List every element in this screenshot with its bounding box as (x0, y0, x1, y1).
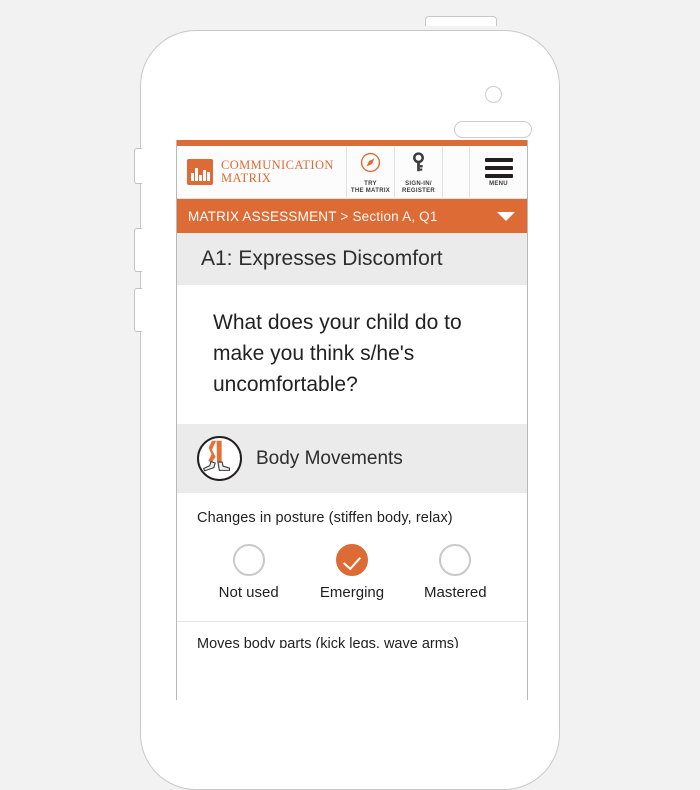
breadcrumb-separator: > (336, 208, 353, 224)
behavior-block: Changes in posture (stiffen body, relax)… (177, 493, 527, 621)
try-the-matrix-button[interactable]: TRY THE MATRIX (346, 146, 394, 198)
breadcrumb-text: MATRIX ASSESSMENT > Section A, Q1 (188, 209, 497, 224)
rating-radio-group: Not used Emerging Mastered (197, 544, 507, 601)
silent-switch[interactable] (134, 148, 142, 184)
site-header: COMMUNICATION MATRIX TRY THE MATRIX SIGN… (177, 146, 527, 199)
page-title: A1: Expresses Discomfort (201, 247, 443, 270)
breadcrumb[interactable]: MATRIX ASSESSMENT > Section A, Q1 (177, 199, 527, 233)
category-title: Body Movements (256, 447, 403, 469)
rating-label-emerging: Emerging (319, 584, 385, 601)
category-band: Body Movements (177, 424, 527, 493)
menu-label: MENU (489, 181, 508, 188)
radio-icon-emerging-selected[interactable] (335, 544, 368, 576)
try-the-matrix-label: TRY THE MATRIX (350, 180, 391, 195)
radio-icon-not-used[interactable] (232, 544, 265, 576)
volume-down-button[interactable] (134, 288, 142, 332)
question-text: What does your child do to make you thin… (213, 311, 462, 396)
phone-screen: COMMUNICATION MATRIX TRY THE MATRIX SIGN… (176, 140, 528, 700)
volume-up-button[interactable] (134, 228, 142, 272)
walking-legs-icon (197, 436, 242, 481)
earpiece-speaker-icon (454, 121, 532, 138)
power-button[interactable] (425, 16, 497, 26)
brand-line-1: COMMUNICATION (221, 157, 334, 172)
front-camera-icon (485, 86, 502, 103)
next-behavior-block: Moves body parts (kick legs, wave arms) (177, 622, 527, 648)
rating-label-mastered: Mastered (424, 584, 487, 601)
breadcrumb-section: MATRIX ASSESSMENT (188, 208, 337, 224)
rating-label-not-used: Not used (218, 584, 279, 601)
next-behavior-label: Moves body parts (kick legs, wave arms) (197, 636, 459, 648)
brand-logo[interactable]: COMMUNICATION MATRIX (177, 146, 346, 198)
behavior-label: Changes in posture (stiffen body, relax) (197, 510, 453, 526)
breadcrumb-current: Section A, Q1 (352, 208, 438, 224)
compass-navigate-icon (360, 152, 381, 178)
brand-wordmark: COMMUNICATION MATRIX (221, 157, 334, 186)
question-block: What does your child do to make you thin… (177, 285, 527, 424)
key-icon (409, 151, 428, 178)
menu-button[interactable]: MENU (469, 146, 527, 198)
sign-in-register-label: SIGN-IN/ REGISTER (401, 180, 436, 195)
chevron-down-icon[interactable] (497, 211, 515, 221)
bar-chart-logo-icon (187, 159, 213, 185)
hamburger-menu-icon (484, 158, 513, 179)
brand-line-2: MATRIX (221, 171, 272, 185)
header-spacer (442, 146, 469, 198)
item-title-band: A1: Expresses Discomfort (177, 233, 527, 285)
rating-option-mastered[interactable]: Mastered (404, 544, 507, 601)
rating-option-not-used[interactable]: Not used (197, 544, 300, 601)
sign-in-register-button[interactable]: SIGN-IN/ REGISTER (394, 146, 442, 198)
radio-icon-mastered[interactable] (439, 544, 472, 576)
rating-option-emerging[interactable]: Emerging (300, 544, 403, 601)
